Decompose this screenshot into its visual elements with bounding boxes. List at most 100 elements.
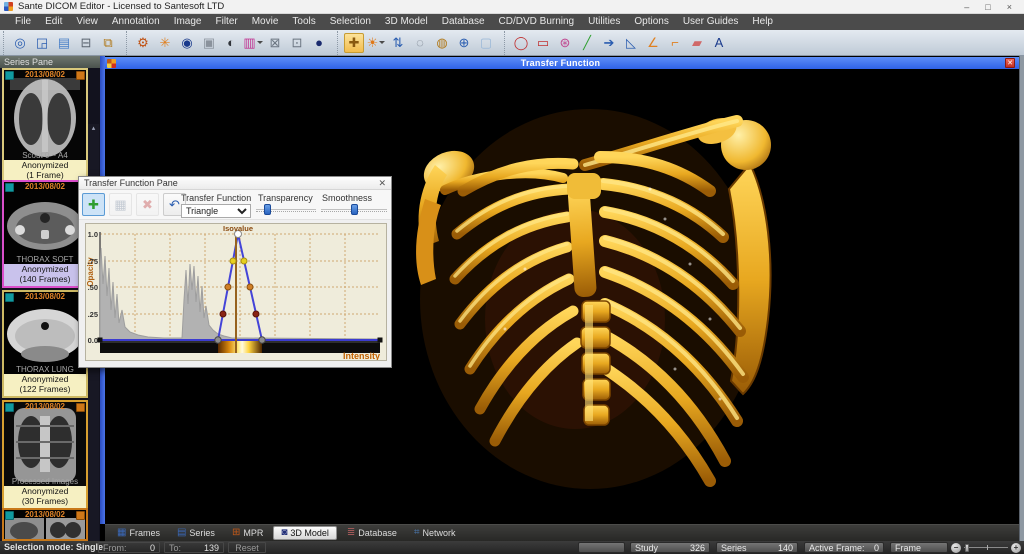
frame-plus-icon[interactable]: + (1011, 543, 1021, 553)
add-transfer-function-button[interactable]: ✚ (82, 193, 105, 216)
mdi-close-button[interactable]: ✕ (1005, 58, 1015, 68)
histogram-panel[interactable]: Opacity 1.0 .75 .50 .25 0.0 Isovalue Int… (85, 223, 387, 361)
transparency-slider[interactable] (256, 204, 316, 216)
transparency-slider-thumb[interactable] (264, 204, 271, 215)
transfer-function-dialog[interactable]: Transfer Function Pane ✕ ✚▦✖↶ Transfer F… (78, 176, 392, 368)
view-tab[interactable]: ◙ 3D Model (273, 526, 337, 540)
fit-width-icon[interactable]: ⊠ (265, 33, 285, 53)
menu-item[interactable]: Annotation (105, 14, 167, 30)
angle-tool-icon[interactable]: ∠ (643, 33, 663, 53)
minimize-button[interactable]: – (964, 0, 969, 14)
series-type-icon (5, 293, 14, 302)
open-preview-icon[interactable]: ◎ (10, 33, 30, 53)
view-tab[interactable]: ⌗ Network (407, 526, 463, 540)
transfer-function-select[interactable]: Triangle (181, 204, 251, 218)
mdi-title: Transfer Function (116, 58, 1005, 68)
new-document-icon[interactable]: ▤ (54, 33, 74, 53)
svg-text:.50: .50 (88, 283, 98, 292)
text-tool-icon[interactable]: A (709, 33, 729, 53)
rect-roi-icon[interactable]: ▭ (533, 33, 553, 53)
sphere-3d-icon[interactable]: ● (309, 33, 329, 53)
print-icon[interactable]: ⊟ (76, 33, 96, 53)
toolbar-group-view: ⚙✳◉▣◐▥⊠⊡● (126, 31, 334, 55)
ellipse-roi-icon[interactable]: ◯ (511, 33, 531, 53)
menu-item[interactable]: File (8, 14, 38, 30)
reset-button[interactable]: Reset (228, 542, 266, 553)
scout-xray-image (4, 70, 86, 160)
menu-item[interactable]: CD/DVD Burning (492, 14, 582, 30)
close-button[interactable]: × (1007, 0, 1012, 14)
arrow-tool-icon[interactable]: ➔ (599, 33, 619, 53)
pan-hand-icon[interactable]: ✚ (344, 33, 364, 53)
delete-transfer-function-button[interactable]: ✖ (136, 193, 159, 216)
series-type-icon (5, 71, 14, 80)
palette-columns-icon[interactable]: ▥ (243, 33, 263, 53)
menu-item[interactable]: Edit (38, 14, 69, 30)
view-tab[interactable]: ≣ Database (340, 526, 404, 540)
brightness-icon[interactable]: ☀ (366, 33, 386, 53)
menu-item[interactable]: Image (167, 14, 209, 30)
zoom-region-icon[interactable]: ◍ (432, 33, 452, 53)
window-right-edge (1019, 56, 1024, 541)
menu-bar: FileEditViewAnnotationImageFilterMovieTo… (0, 14, 1024, 30)
menu-item[interactable]: Selection (323, 14, 378, 30)
ct-axial-lung-image (4, 292, 86, 374)
frame-selector-slider[interactable]: − + (951, 542, 1021, 553)
zoom-fit-icon[interactable]: ⊕ (454, 33, 474, 53)
menu-item[interactable]: 3D Model (378, 14, 435, 30)
process-gears-icon[interactable]: ⚙ (133, 33, 153, 53)
ct-coronal-image (4, 402, 86, 486)
view-tab[interactable]: ⊞ MPR (225, 526, 270, 540)
status-spacer-segment (578, 542, 625, 553)
to-field[interactable]: To: 139 (164, 542, 224, 553)
window-titlebar: Sante DICOM Editor - Licensed to Santeso… (0, 0, 1024, 14)
menu-item[interactable]: Help (745, 14, 780, 30)
effects-icon[interactable]: ✳ (155, 33, 175, 53)
toolbar-group-annotate: ◯▭⊛╱➔◺∠⌐▰A (504, 31, 734, 55)
series-thumbnail-scout[interactable]: 2013/08/02 Scout 0 ~ A4 Anonymized (1 Fr… (2, 68, 88, 184)
eraser-icon[interactable]: ▰ (687, 33, 707, 53)
contrast-icon[interactable]: ◐ (221, 33, 241, 53)
series-flag-icon (76, 511, 85, 520)
maximize-button[interactable]: □ (985, 0, 990, 14)
menu-item[interactable]: Movie (245, 14, 286, 30)
lock-icon[interactable]: ▣ (199, 33, 219, 53)
export-image-icon[interactable]: ⧉ (98, 33, 118, 53)
dialog-close-icon[interactable]: ✕ (378, 177, 386, 190)
triangle-tool-icon[interactable]: ◺ (621, 33, 641, 53)
svg-text:0.0: 0.0 (88, 336, 98, 345)
smoothness-slider-thumb[interactable] (351, 204, 358, 215)
frame-minus-icon[interactable]: − (951, 543, 961, 553)
series-thumbnail-thorax-lung[interactable]: 2013/08/02 THORAX LUNG Anonymized (122 F… (2, 290, 88, 398)
series-thumbnail-thorax-soft[interactable]: 2013/08/02 THORAX SOFT Anonymized (140 F… (2, 180, 88, 288)
view-tab[interactable]: ▤ Series (170, 526, 222, 540)
series-thumbnail-processed[interactable]: 2013/08/02 Processed Images Anonymized (… (2, 400, 88, 510)
mdi-window-icon (107, 59, 116, 68)
polyline-tool-icon[interactable]: ⌐ (665, 33, 685, 53)
view-tabbar: ▦ Frames ▤ Series ⊞ MPR ◙ 3D Model ≣ Dat… (105, 524, 1019, 541)
line-tool-icon[interactable]: ╱ (577, 33, 597, 53)
smoothness-slider[interactable] (321, 204, 387, 216)
scroll-up-icon[interactable]: ▴ (88, 124, 99, 132)
from-field[interactable]: From: 0 (98, 542, 160, 553)
menu-item[interactable]: Filter (208, 14, 244, 30)
frame-selector-label: Frame Selector (890, 542, 948, 553)
menu-item[interactable]: Database (435, 14, 492, 30)
menu-item[interactable]: Tools (285, 14, 322, 30)
window-level-icon[interactable]: ▢ (476, 33, 496, 53)
frame-slider-thumb[interactable] (965, 544, 969, 552)
series-type-icon (5, 183, 14, 192)
view-eye-icon[interactable]: ◉ (177, 33, 197, 53)
fit-screen-icon[interactable]: ⊡ (287, 33, 307, 53)
zoom-icon[interactable]: ◌ (410, 33, 430, 53)
import-image-icon[interactable]: ◲ (32, 33, 52, 53)
menu-item[interactable]: View (69, 14, 105, 30)
scroll-frames-icon[interactable]: ⇅ (388, 33, 408, 53)
menu-item[interactable]: Options (627, 14, 675, 30)
menu-item[interactable]: User Guides (676, 14, 746, 30)
save-transfer-function-button[interactable]: ▦ (109, 193, 132, 216)
color-wheel-icon[interactable]: ⊛ (555, 33, 575, 53)
view-tab[interactable]: ▦ Frames (110, 526, 167, 540)
series-thumbnail-partial[interactable]: 2013/08/02 (2, 508, 88, 541)
menu-item[interactable]: Utilities (581, 14, 627, 30)
